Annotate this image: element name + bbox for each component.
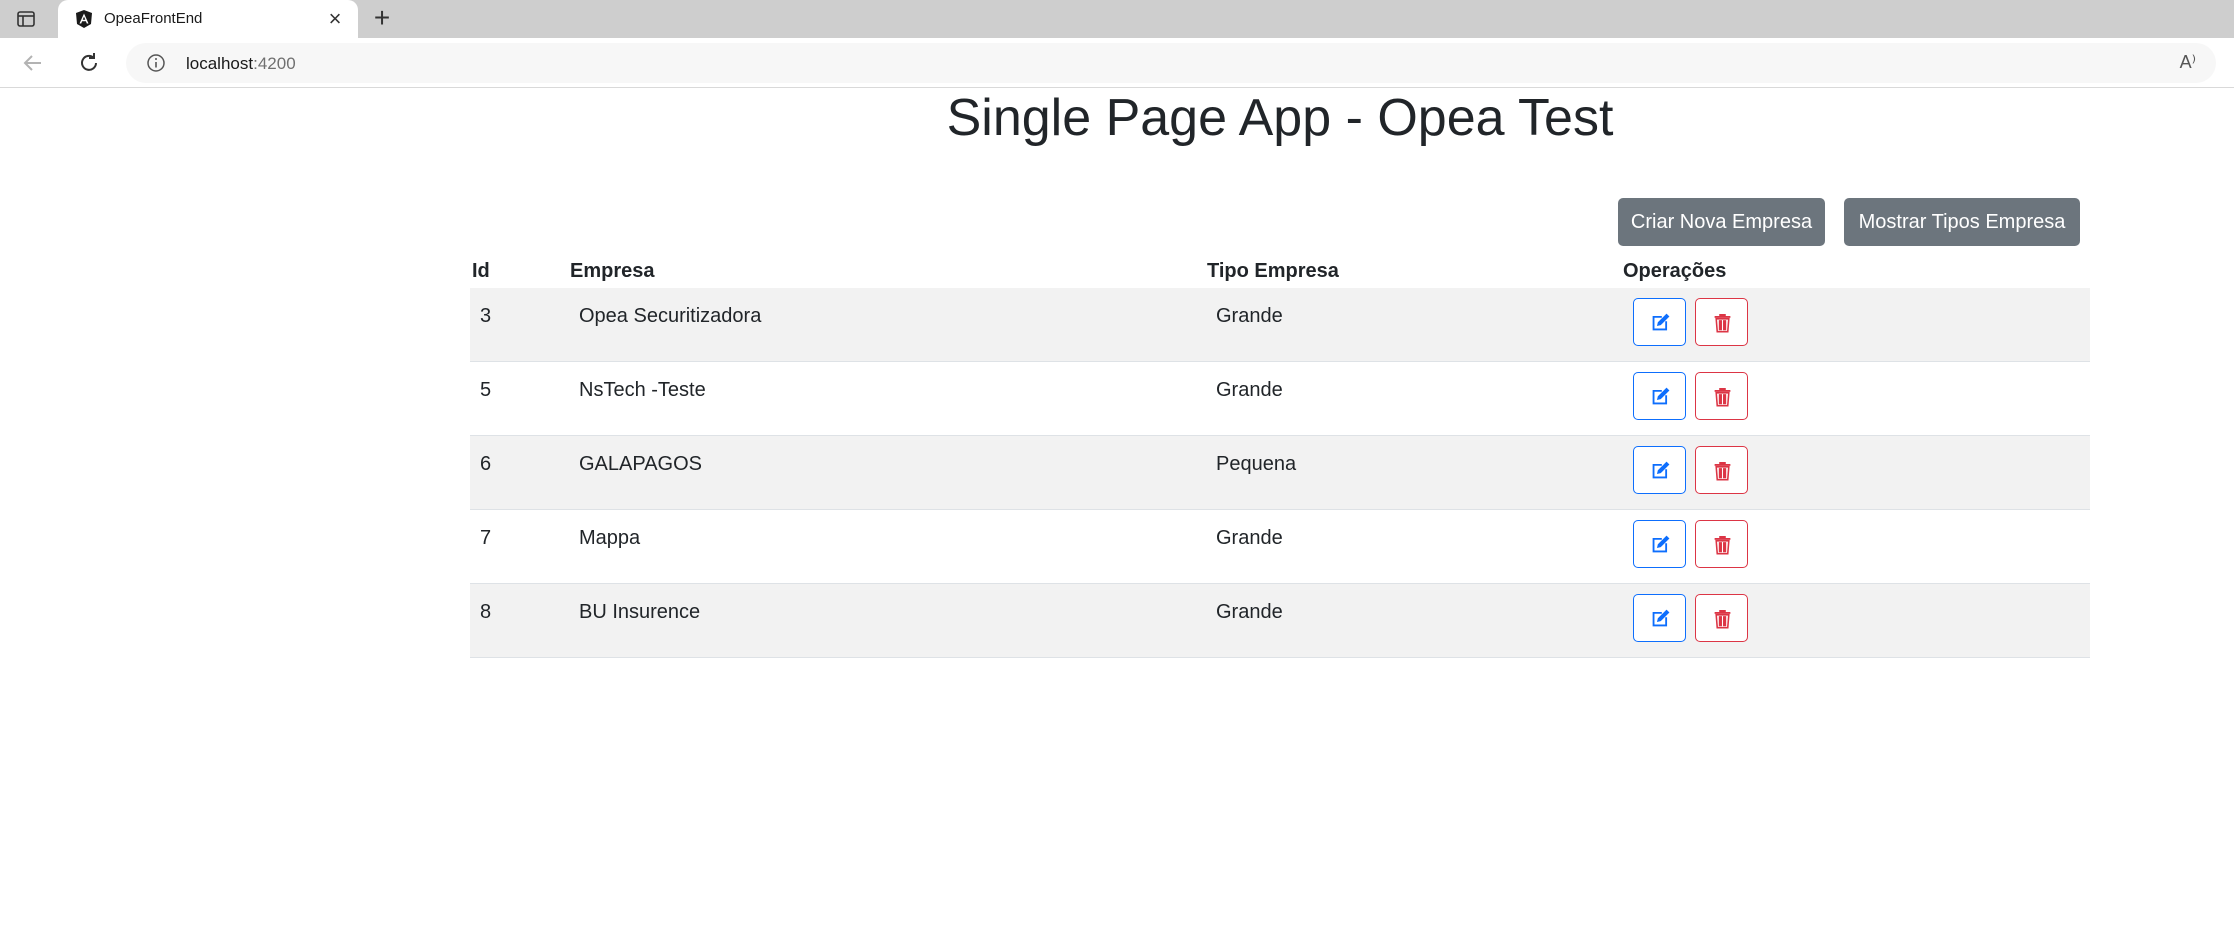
cell-empresa: GALAPAGOS: [579, 453, 703, 475]
url-host: localhost: [186, 54, 254, 73]
edit-button[interactable]: [1633, 446, 1686, 494]
url-text: localhost:4200: [186, 54, 296, 74]
cell-empresa: Mappa: [579, 527, 641, 549]
reload-icon[interactable]: [76, 50, 102, 76]
close-tab-icon[interactable]: ×: [324, 8, 346, 30]
header-empresa: Empresa: [570, 260, 655, 282]
table-row: 7 Mappa Grande: [470, 510, 2090, 584]
cell-id: 5: [480, 379, 492, 401]
page-header: Single Page App - Opea Test: [0, 88, 2234, 152]
delete-button[interactable]: [1695, 298, 1748, 346]
url-port: :4200: [253, 54, 296, 73]
read-aloud-icon[interactable]: A⁾: [2180, 52, 2196, 73]
cell-empresa: Opea Securitizadora: [579, 305, 762, 327]
cell-id: 6: [480, 453, 492, 475]
edit-icon: [1652, 535, 1670, 553]
cell-id: 8: [480, 601, 492, 623]
delete-button[interactable]: [1695, 446, 1748, 494]
page-title: Single Page App - Opea Test: [946, 89, 1614, 147]
cell-tipo: Grande: [1216, 527, 1283, 549]
trash-icon: [1714, 387, 1731, 407]
angular-logo-icon: [74, 9, 94, 29]
show-company-types-button[interactable]: Mostrar Tipos Empresa: [1844, 198, 2080, 246]
header-tipo-empresa: Tipo Empresa: [1207, 260, 1339, 282]
header-operacoes: Operações: [1623, 260, 1727, 282]
edit-button[interactable]: [1633, 520, 1686, 568]
cell-empresa: NsTech -Teste: [579, 379, 706, 401]
cell-tipo: Grande: [1216, 601, 1283, 623]
table-row: 5 NsTech -Teste Grande: [470, 362, 2090, 436]
delete-button[interactable]: [1695, 372, 1748, 420]
tab-actions-icon[interactable]: [16, 9, 36, 29]
browser-tab-active[interactable]: OpeaFrontEnd ×: [58, 0, 358, 38]
table-header: Id Empresa Tipo Empresa Operações: [470, 258, 2090, 288]
delete-button[interactable]: [1695, 594, 1748, 642]
cell-id: 3: [480, 305, 492, 327]
table-row: 3 Opea Securitizadora Grande: [470, 288, 2090, 362]
url-input[interactable]: localhost:4200 A⁾: [126, 43, 2216, 83]
cell-tipo: Grande: [1216, 379, 1283, 401]
trash-icon: [1714, 535, 1731, 555]
edit-icon: [1652, 461, 1670, 479]
edit-icon: [1652, 609, 1670, 627]
edit-button[interactable]: [1633, 298, 1686, 346]
trash-icon: [1714, 313, 1731, 333]
trash-icon: [1714, 609, 1731, 629]
tab-title: OpeaFrontEnd: [104, 10, 203, 27]
cell-tipo: Pequena: [1216, 453, 1297, 475]
edit-icon: [1652, 313, 1670, 331]
edit-button[interactable]: [1633, 594, 1686, 642]
info-icon[interactable]: [146, 53, 166, 73]
cell-tipo: Grande: [1216, 305, 1283, 327]
delete-button[interactable]: [1695, 520, 1748, 568]
address-bar: localhost:4200 A⁾: [0, 38, 2234, 88]
new-tab-icon[interactable]: +: [368, 4, 396, 33]
edit-icon: [1652, 387, 1670, 405]
edit-button[interactable]: [1633, 372, 1686, 420]
companies-table: Id Empresa Tipo Empresa Operações 3 Opea…: [470, 258, 2090, 658]
cell-id: 7: [480, 527, 492, 549]
browser-tab-bar: OpeaFrontEnd × +: [0, 0, 2234, 38]
create-company-button[interactable]: Criar Nova Empresa: [1618, 198, 1825, 246]
table-row: 6 GALAPAGOS Pequena: [470, 436, 2090, 510]
back-arrow-icon[interactable]: [20, 50, 46, 76]
cell-empresa: BU Insurence: [579, 601, 701, 623]
header-id: Id: [472, 260, 490, 282]
table-row: 8 BU Insurence Grande: [470, 584, 2090, 658]
trash-icon: [1714, 461, 1731, 481]
